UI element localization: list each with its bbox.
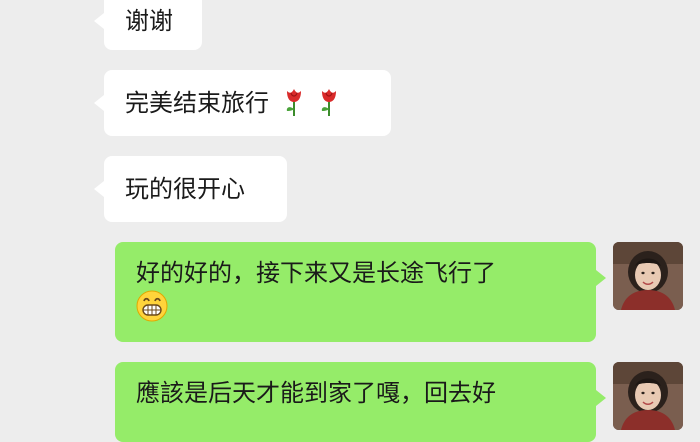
- chat-message-list[interactable]: 谢谢 完美结束旅行 玩的很开心 好的好的，接下来又是长途飞行了 應該是后天才能到…: [0, 0, 700, 442]
- incoming-message-bubble[interactable]: 谢谢: [94, 0, 202, 50]
- grinning-face-emoji: [136, 290, 168, 322]
- rose-emoji: [318, 87, 340, 117]
- avatar[interactable]: [613, 242, 683, 310]
- message-text: 玩的很开心: [125, 175, 245, 203]
- message-text: 好的好的，接下来又是长途飞行了: [136, 259, 496, 287]
- message-text: 完美结束旅行: [125, 89, 269, 117]
- incoming-message-bubble[interactable]: 完美结束旅行: [94, 70, 391, 136]
- outgoing-message-bubble[interactable]: 應該是后天才能到家了嘎，回去好: [115, 362, 606, 442]
- message-text: 應該是后天才能到家了嘎，回去好: [136, 379, 496, 407]
- outgoing-message-bubble[interactable]: 好的好的，接下来又是长途飞行了: [115, 242, 606, 342]
- incoming-message-bubble[interactable]: 玩的很开心: [94, 156, 287, 222]
- rose-emoji: [283, 87, 305, 117]
- message-text: 谢谢: [125, 7, 173, 35]
